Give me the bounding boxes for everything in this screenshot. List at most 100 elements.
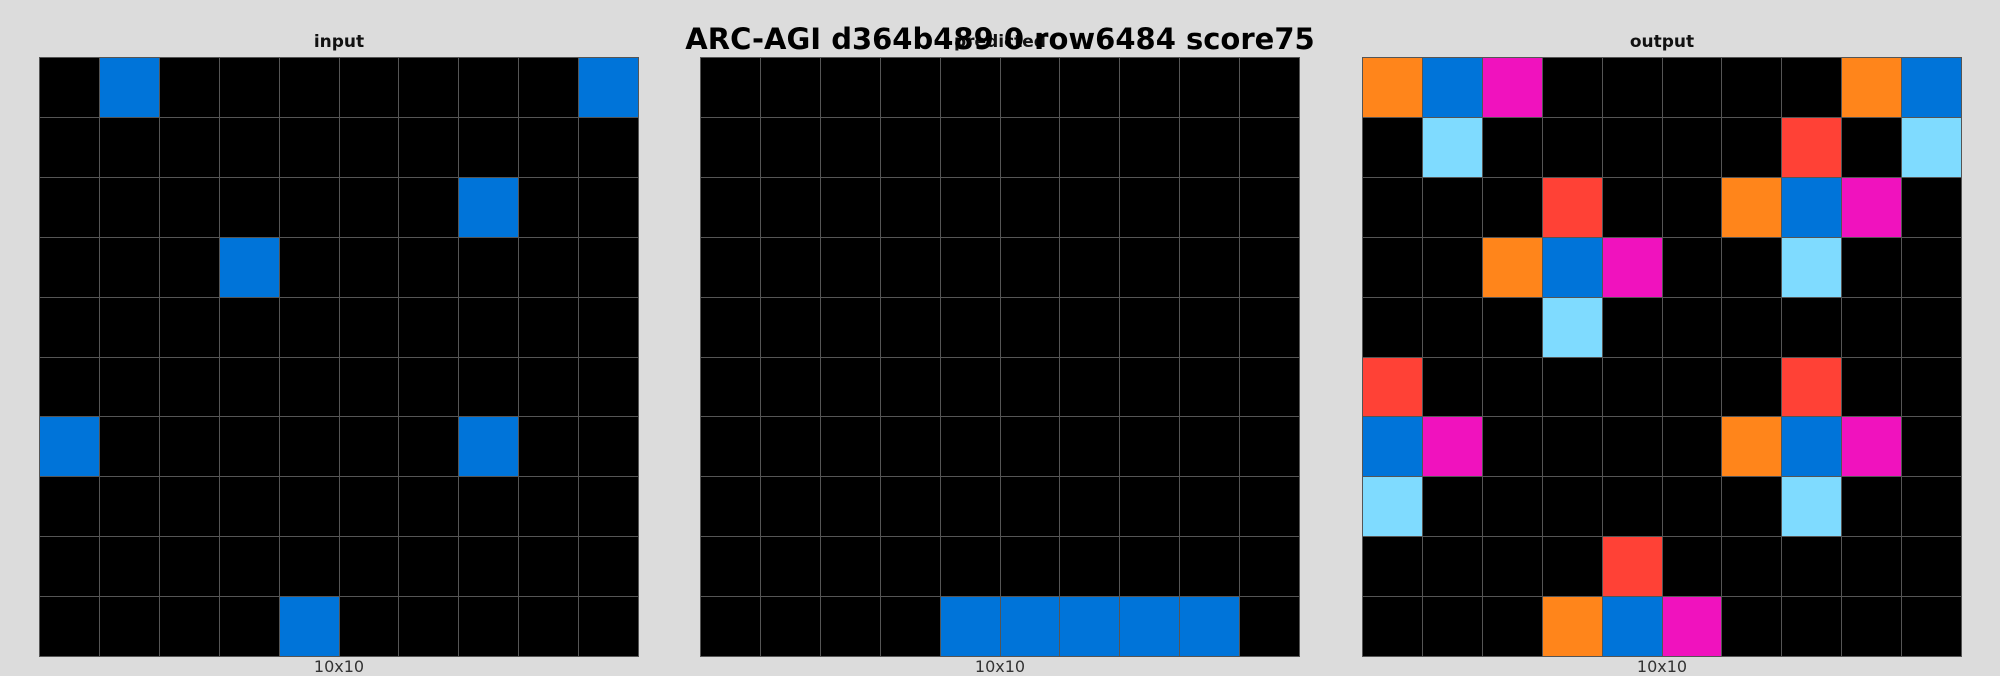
grid-cell: [701, 297, 760, 357]
grid-cell: [339, 417, 399, 477]
grid-cell: [339, 597, 399, 656]
grid-cell: [1422, 177, 1482, 237]
grid-cell: [1422, 357, 1482, 417]
grid-cell: [820, 297, 880, 357]
grid-cell: [1782, 597, 1842, 656]
grid-cell: [1842, 237, 1902, 297]
grid-cell: [40, 357, 99, 417]
grid-cell: [1842, 117, 1902, 177]
grid-cell: [1120, 58, 1180, 117]
grid-cell: [40, 237, 99, 297]
grid-cell: [880, 417, 940, 477]
grid-cell: [1240, 417, 1299, 477]
grid-cell: [1842, 597, 1902, 656]
grid-cell: [940, 597, 1000, 656]
grid-cell: [219, 357, 279, 417]
grid-cell: [1482, 297, 1542, 357]
grid-cell: [399, 537, 459, 597]
grid-cell: [279, 477, 339, 537]
grid-cell: [1060, 117, 1120, 177]
grid-cell: [40, 177, 99, 237]
grid-cell: [1120, 117, 1180, 177]
grid-cell: [219, 597, 279, 656]
grid-cell: [219, 237, 279, 297]
grid-cell: [279, 537, 339, 597]
grid-cell: [880, 237, 940, 297]
input-grid: [39, 57, 639, 657]
grid-cell: [279, 117, 339, 177]
grid-cell: [339, 177, 399, 237]
grid-cell: [1602, 417, 1662, 477]
grid-cell: [1060, 237, 1120, 297]
grid-cell: [1902, 417, 1961, 477]
grid-cell: [1902, 297, 1961, 357]
grid-cell: [579, 297, 638, 357]
grid-cell: [760, 117, 820, 177]
grid-cell: [99, 177, 159, 237]
grid-cell: [1662, 117, 1722, 177]
grid-cell: [399, 177, 459, 237]
grid-cell: [99, 297, 159, 357]
grid-cell: [1602, 477, 1662, 537]
output-grid: [1362, 57, 1962, 657]
grid-cell: [339, 357, 399, 417]
grid-cell: [880, 297, 940, 357]
grid-cell: [399, 117, 459, 177]
grid-cell: [1782, 477, 1842, 537]
grid-cell: [159, 58, 219, 117]
grid-cell: [159, 597, 219, 656]
input-grid-size-label: 10x10: [313, 657, 365, 676]
grid-cell: [940, 177, 1000, 237]
grid-cell: [40, 297, 99, 357]
grid-cell: [519, 117, 579, 177]
grid-cell: [459, 417, 519, 477]
grid-cell: [1482, 117, 1542, 177]
grid-cell: [459, 537, 519, 597]
grid-cell: [459, 58, 519, 117]
grid-cell: [459, 117, 519, 177]
grid-cell: [1662, 177, 1722, 237]
grid-cell: [1120, 177, 1180, 237]
grid-cell: [99, 597, 159, 656]
grid-cell: [820, 58, 880, 117]
grid-cell: [459, 237, 519, 297]
grid-cell: [1542, 537, 1602, 597]
grid-cell: [1782, 297, 1842, 357]
grid-cell: [579, 237, 638, 297]
grid-cell: [159, 297, 219, 357]
grid-cell: [940, 537, 1000, 597]
grid-cell: [1422, 477, 1482, 537]
grid-cell: [820, 357, 880, 417]
grid-cell: [1602, 117, 1662, 177]
grid-cell: [760, 177, 820, 237]
predicted-grid: [700, 57, 1300, 657]
grid-cell: [40, 117, 99, 177]
grid-cell: [459, 477, 519, 537]
grid-cell: [1542, 237, 1602, 297]
grid-cell: [1060, 297, 1120, 357]
grid-cell: [1722, 537, 1782, 597]
grid-cell: [1000, 177, 1060, 237]
grid-cell: [519, 537, 579, 597]
grid-cell: [820, 237, 880, 297]
grid-cell: [519, 357, 579, 417]
grid-cell: [1363, 58, 1422, 117]
grid-cell: [1422, 117, 1482, 177]
grid-cell: [159, 417, 219, 477]
predicted-panel: predicted 10x10: [700, 0, 1300, 676]
grid-cell: [1120, 357, 1180, 417]
grid-cell: [579, 357, 638, 417]
grid-cell: [760, 417, 820, 477]
grid-cell: [760, 297, 820, 357]
grid-cell: [1422, 58, 1482, 117]
grid-cell: [1662, 537, 1722, 597]
grid-cell: [1240, 177, 1299, 237]
grid-cell: [1542, 58, 1602, 117]
grid-cell: [459, 597, 519, 656]
grid-cell: [579, 58, 638, 117]
grid-cell: [159, 237, 219, 297]
grid-cell: [1722, 237, 1782, 297]
grid-cell: [219, 537, 279, 597]
grid-cell: [399, 417, 459, 477]
grid-cell: [1422, 237, 1482, 297]
